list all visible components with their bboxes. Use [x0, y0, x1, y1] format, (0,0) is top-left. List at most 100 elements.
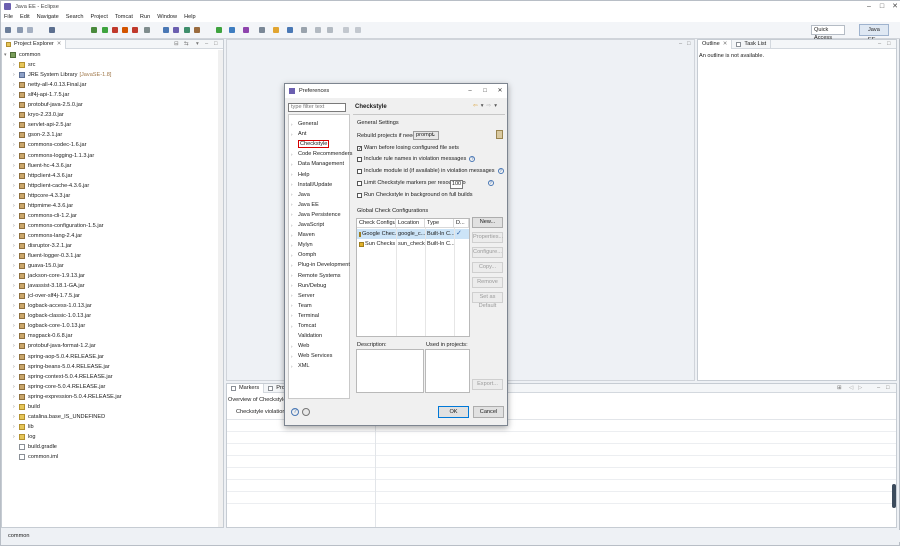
tab-markers[interactable]: Markers	[227, 383, 265, 393]
tree-item[interactable]: › httpclient-4.3.6.jar	[13, 171, 72, 181]
maximize-view-icon[interactable]: □	[214, 41, 217, 47]
new-class-icon[interactable]	[173, 27, 179, 33]
expand-arrow-icon[interactable]: ›	[291, 192, 298, 197]
expand-arrow-icon[interactable]: ›	[291, 152, 298, 157]
new-interface-icon[interactable]	[184, 27, 190, 33]
option-checkbox[interactable]: Include module id (if available) in viol…	[357, 168, 504, 174]
bottom-forward-icon[interactable]: ▷	[858, 385, 862, 391]
expand-arrow-icon[interactable]: ›	[291, 172, 298, 177]
back-icon[interactable]	[315, 27, 321, 33]
expand-arrow-icon[interactable]: ›	[291, 303, 298, 308]
export-button[interactable]: Export...	[472, 379, 503, 390]
tree-item[interactable]: › spring-context-5.0.4.RELEASE.jar	[13, 372, 113, 382]
used-in-projects-list[interactable]	[425, 349, 470, 393]
help-icon[interactable]: ?	[291, 408, 299, 416]
close-outline-icon[interactable]: ✕	[723, 41, 728, 47]
collapse-all-icon[interactable]: ⊟	[174, 41, 179, 47]
tree-item[interactable]: › httpmime-4.3.6.jar	[13, 201, 73, 211]
tree-item[interactable]: ▾ common	[4, 50, 40, 60]
tree-item[interactable]: › build	[13, 402, 40, 412]
tree-item[interactable]: › commons-lang-2.4.jar	[13, 231, 82, 241]
menu-help[interactable]: Help	[184, 14, 196, 20]
tree-item[interactable]: › JRE System Library [JavaSE-1.8]	[13, 70, 111, 80]
tree-item[interactable]: build.gradle	[13, 442, 57, 452]
properties-button[interactable]: Properties...	[472, 232, 503, 243]
tomcat-icon[interactable]	[122, 27, 128, 33]
table-row[interactable]: Sun Checks sun_check... Built-In C...	[357, 239, 469, 249]
bottom-minimize-icon[interactable]: –	[877, 385, 880, 391]
tree-item[interactable]: › logback-classic-1.0.13.jar	[13, 311, 91, 321]
pref-nav-help[interactable]: › Help	[291, 170, 310, 180]
pref-nav-terminal[interactable]: › Terminal	[291, 311, 319, 321]
tree-item[interactable]: › commons-codec-1.6.jar	[13, 140, 86, 150]
save-all-icon[interactable]	[27, 27, 33, 33]
tree-item[interactable]: › logback-core-1.0.13.jar	[13, 321, 85, 331]
copy-button[interactable]: Copy...	[472, 262, 503, 273]
help-icon[interactable]: ?	[497, 168, 504, 174]
menu-file[interactable]: File	[4, 14, 13, 20]
annotation-icon[interactable]	[287, 27, 293, 33]
menu-navigate[interactable]: Navigate	[37, 14, 59, 20]
expand-arrow-icon[interactable]: ›	[291, 223, 298, 228]
option-checkbox[interactable]: ✓ Warn before losing configured file sets	[357, 145, 459, 151]
link-editor-icon[interactable]: ⇆	[184, 41, 189, 47]
column-header-location[interactable]: Location	[396, 219, 425, 228]
dialog-close-icon[interactable]: ✕	[495, 86, 505, 96]
cancel-button[interactable]: Cancel	[473, 406, 504, 418]
minimize-icon[interactable]: –	[863, 2, 875, 11]
search-icon[interactable]	[259, 27, 265, 33]
tree-item[interactable]: › gson-2.3.1.jar	[13, 130, 62, 140]
menu-tomcat[interactable]: Tomcat	[115, 14, 133, 20]
pref-nav-java[interactable]: › Java	[291, 190, 310, 200]
expand-arrow-icon[interactable]: ›	[291, 354, 298, 359]
editor-maximize-icon[interactable]: □	[687, 41, 690, 47]
column-header-config[interactable]: Check Configur...	[357, 219, 396, 228]
tree-item[interactable]: › fluent-logger-0.3.1.jar	[13, 251, 81, 261]
tree-scrollbar[interactable]	[218, 50, 223, 527]
expand-arrow-icon[interactable]: ›	[291, 324, 298, 329]
tree-item[interactable]: › src	[13, 60, 35, 70]
pref-nav-team[interactable]: › Team	[291, 301, 312, 311]
build-icon[interactable]	[144, 27, 150, 33]
expand-arrow-icon[interactable]: ›	[291, 293, 298, 298]
tree-item[interactable]: › servlet-api-2.5.jar	[13, 120, 71, 130]
save-icon[interactable]	[17, 27, 23, 33]
tab-outline[interactable]: Outline ✕	[698, 39, 733, 49]
stop-server-icon[interactable]	[112, 27, 118, 33]
expand-arrow-icon[interactable]: ›	[291, 253, 298, 258]
next-annotation-icon[interactable]	[301, 27, 307, 33]
tomcat-stop-icon[interactable]	[132, 27, 138, 33]
open-type-icon[interactable]	[194, 27, 200, 33]
option-checkbox[interactable]: Include rule names in violation messages…	[357, 156, 476, 162]
tree-item[interactable]: › commons-logging-1.1.3.jar	[13, 151, 94, 161]
tree-item[interactable]: › lib	[13, 422, 34, 432]
pref-nav-remote-systems[interactable]: › Remote Systems	[291, 271, 341, 281]
tree-item[interactable]: › fluent-hc-4.3.6.jar	[13, 161, 72, 171]
tab-project-explorer[interactable]: Project Explorer ✕	[2, 39, 67, 49]
new-icon[interactable]	[5, 27, 11, 33]
run-server-icon[interactable]	[102, 27, 108, 33]
tree-item[interactable]: › jcl-over-slf4j-1.7.5.jar	[13, 291, 80, 301]
expand-arrow-icon[interactable]: ›	[291, 122, 298, 127]
pref-nav-javascript[interactable]: › JavaScript	[291, 220, 324, 230]
tree-item[interactable]: › spring-core-5.0.4.RELEASE.jar	[13, 382, 105, 392]
debug-as-icon[interactable]	[229, 27, 235, 33]
quick-access-field[interactable]: Quick Access	[811, 25, 845, 41]
pref-nav-java-ee[interactable]: › Java EE	[291, 200, 319, 210]
tree-item[interactable]: › spring-expression-5.0.4.RELEASE.jar	[13, 392, 122, 402]
tab-task-list[interactable]: Task List	[732, 39, 772, 49]
pref-nav-code-recommenders[interactable]: › Code Recommenders	[291, 149, 352, 159]
ok-button[interactable]: OK	[438, 406, 469, 418]
configure-button[interactable]: Configure...	[472, 247, 503, 258]
history-back-icon[interactable]	[343, 27, 349, 33]
back-arrow-icon[interactable]: ⇦	[473, 103, 478, 109]
tree-item[interactable]: › kryo-2.23.0.jar	[13, 110, 64, 120]
bottom-back-icon[interactable]: ◁	[849, 385, 853, 391]
limit-markers-input[interactable]: 100	[450, 180, 463, 189]
tree-item[interactable]: › msgpack-0.6.8.jar	[13, 331, 72, 341]
java-package-icon[interactable]	[163, 27, 169, 33]
import-prefs-icon[interactable]	[302, 408, 310, 416]
tree-item[interactable]: › jackson-core-1.9.13.jar	[13, 271, 85, 281]
outline-maximize-icon[interactable]: □	[887, 41, 890, 47]
tree-item[interactable]: › httpclient-cache-4.3.6.jar	[13, 181, 89, 191]
